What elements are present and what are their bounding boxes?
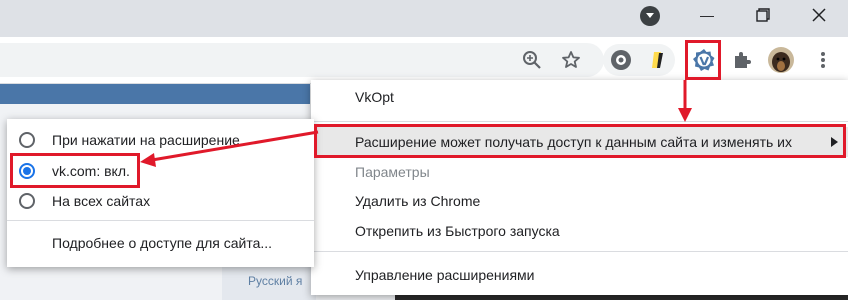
arrow-left [151, 130, 319, 162]
arrow-down-head [678, 108, 692, 122]
arrow-left-head [140, 153, 156, 167]
annotation-arrows [140, 80, 692, 167]
